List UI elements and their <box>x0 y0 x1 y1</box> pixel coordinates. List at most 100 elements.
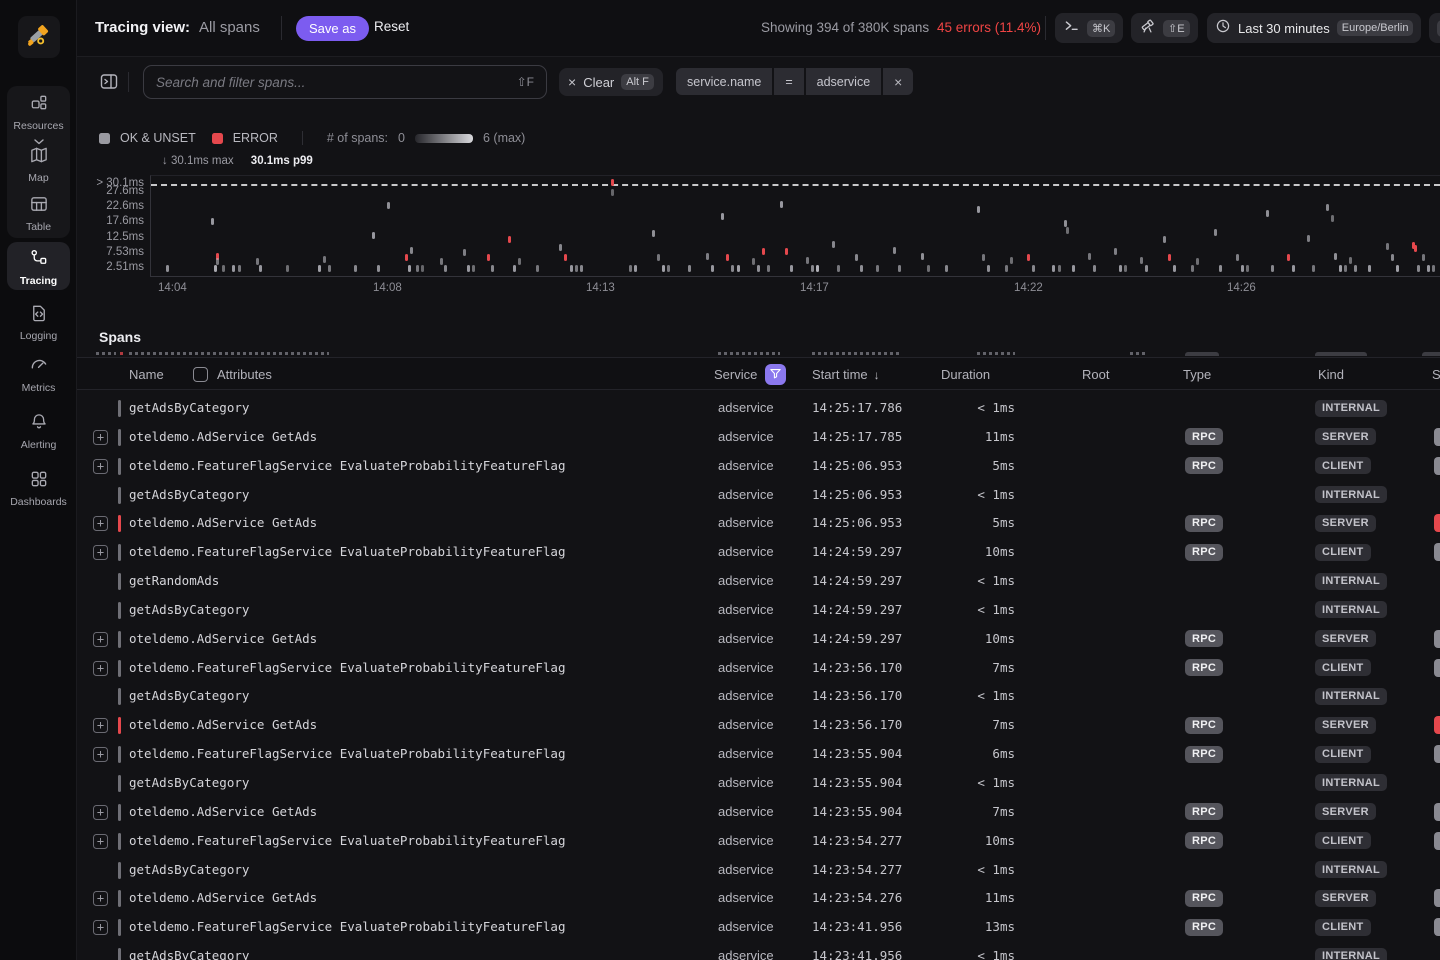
expand-row-button[interactable]: + <box>93 805 108 820</box>
ok-span-mark <box>238 265 241 272</box>
duration-cell: 5ms <box>897 509 1015 538</box>
filter-chip-remove-icon[interactable]: × <box>883 68 913 95</box>
table-row[interactable]: getAdsByCategoryadservice14:23:54.277< 1… <box>77 856 1440 885</box>
start-time-cell: 14:23:55.904 <box>812 740 902 769</box>
expand-row-button[interactable]: + <box>93 718 108 733</box>
error-span-mark <box>1414 245 1417 252</box>
sidebar-item-metrics[interactable]: Metrics <box>0 355 77 394</box>
table-row[interactable]: +oteldemo.AdService GetAdsadservice14:25… <box>77 423 1440 452</box>
ok-span-mark <box>1058 265 1061 272</box>
sidebar-item-logging[interactable]: Logging <box>0 303 77 342</box>
table-row[interactable]: getAdsByCategoryadservice14:25:06.953< 1… <box>77 481 1440 510</box>
attributes-checkbox[interactable] <box>193 367 208 382</box>
ok-span-mark <box>416 265 419 272</box>
table-row[interactable]: +oteldemo.AdService GetAdsadservice14:24… <box>77 625 1440 654</box>
ok-span-mark <box>721 213 724 220</box>
sidebar-item-map[interactable]: Map <box>0 145 77 184</box>
table-row[interactable]: getAdsByCategoryadservice14:25:17.786< 1… <box>77 394 1440 423</box>
column-header-service[interactable]: Service <box>714 358 757 391</box>
span-name-cell: getAdsByCategory <box>129 481 249 510</box>
main-area: Tracing view: All spans Save as Reset Sh… <box>77 0 1440 960</box>
ok-span-mark <box>440 258 443 265</box>
table-row[interactable]: +oteldemo.AdService GetAdsadservice14:23… <box>77 798 1440 827</box>
sidebar-item-alerting[interactable]: Alerting <box>0 412 77 451</box>
filter-chip-key[interactable]: service.name <box>676 68 772 95</box>
span-count-label: # of spans: <box>327 131 388 145</box>
expand-row-button[interactable]: + <box>93 920 108 935</box>
table-row[interactable]: getRandomAdsadservice14:24:59.297< 1msIN… <box>77 567 1440 596</box>
expand-row-button[interactable]: + <box>93 632 108 647</box>
ok-status-bar <box>118 631 121 648</box>
resources-icon <box>0 93 77 118</box>
ok-status-bar <box>118 833 121 850</box>
duration-cell: 5ms <box>897 452 1015 481</box>
explore-button[interactable]: ⇧E <box>1131 13 1198 43</box>
save-as-button[interactable]: Save as <box>296 16 369 41</box>
service-filter-button[interactable] <box>765 364 786 385</box>
table-row[interactable]: getAdsByCategoryadservice14:24:59.297< 1… <box>77 596 1440 625</box>
filter-chip-value[interactable]: adservice <box>806 68 882 95</box>
ok-status-bar <box>118 862 121 879</box>
error-swatch <box>212 133 223 144</box>
column-header-root[interactable]: Root <box>1082 358 1109 391</box>
table-row[interactable]: +oteldemo.FeatureFlagService EvaluatePro… <box>77 827 1440 856</box>
table-row[interactable]: +oteldemo.FeatureFlagService EvaluatePro… <box>77 654 1440 683</box>
close-icon: × <box>568 74 576 90</box>
column-header-duration[interactable]: Duration <box>941 358 990 391</box>
funnel-icon <box>769 367 782 383</box>
x-axis-label: 14:13 <box>586 282 615 294</box>
expand-row-button[interactable]: + <box>93 516 108 531</box>
expand-row-button[interactable]: + <box>93 834 108 849</box>
ok-span-mark <box>1163 236 1166 243</box>
app-logo[interactable] <box>18 16 60 58</box>
table-row[interactable]: +oteldemo.AdService GetAdsadservice14:23… <box>77 711 1440 740</box>
expand-row-button[interactable]: + <box>93 459 108 474</box>
ok-status-bar <box>118 890 121 907</box>
ok-span-mark <box>1334 253 1337 260</box>
table-row[interactable]: + oteldemo.FeatureFlagService EvaluatePro… <box>77 452 1440 481</box>
column-header-attributes[interactable]: Attributes <box>217 358 272 391</box>
column-header-name[interactable]: Name <box>129 358 164 391</box>
duration-cell: < 1ms <box>897 769 1015 798</box>
expand-row-button[interactable]: + <box>93 747 108 762</box>
terminal-button[interactable]: ⌘K <box>1055 13 1123 43</box>
reset-button[interactable]: Reset <box>374 19 409 34</box>
ok-span-mark <box>1417 265 1420 272</box>
ok-span-mark <box>1386 243 1389 250</box>
table-row[interactable]: +oteldemo.FeatureFlagService EvaluatePro… <box>77 740 1440 769</box>
span-name-cell: getRandomAds <box>129 567 219 596</box>
service-cell: adservice <box>718 538 774 567</box>
sidebar-item-tracing[interactable]: Tracing <box>0 248 77 287</box>
type-badge: RPC <box>1185 832 1223 849</box>
table-row[interactable]: +oteldemo.FeatureFlagService EvaluatePro… <box>77 538 1440 567</box>
filter-chip-operator[interactable]: = <box>774 68 803 95</box>
table-icon <box>0 194 77 219</box>
spans-chart-plot[interactable] <box>150 175 1440 277</box>
errors-count-text[interactable]: 45 errors (11.4%) <box>937 20 1041 35</box>
expand-row-button[interactable]: + <box>93 430 108 445</box>
column-header-status[interactable]: S <box>1432 358 1440 391</box>
duration-cell: < 1ms <box>897 481 1015 510</box>
panel-toggle-button[interactable] <box>98 72 120 92</box>
column-header-type[interactable]: Type <box>1183 358 1211 391</box>
table-row[interactable]: getAdsByCategoryadservice14:23:56.170< 1… <box>77 682 1440 711</box>
column-header-start-time[interactable]: Start time↓ <box>812 358 880 392</box>
search-input[interactable] <box>156 75 517 90</box>
table-row[interactable]: +oteldemo.AdService GetAdsadservice14:25… <box>77 509 1440 538</box>
table-row[interactable]: getAdsByCategoryadservice14:23:55.904< 1… <box>77 769 1440 798</box>
expand-row-button[interactable]: + <box>93 891 108 906</box>
column-header-kind[interactable]: Kind <box>1318 358 1344 391</box>
sidebar-item-dashboards[interactable]: Dashboards <box>0 469 77 508</box>
sidebar-item-resources[interactable]: Resources <box>0 93 77 150</box>
clear-filters-button[interactable]: × Clear Alt F <box>559 68 663 96</box>
span-name-cell: oteldemo.FeatureFlagService EvaluateProb… <box>129 452 566 481</box>
sidebar-item-label: Alerting <box>0 439 77 451</box>
table-row[interactable]: getAdsByCategoryadservice14:23:41.956< 1… <box>77 942 1440 960</box>
expand-row-button[interactable]: + <box>93 545 108 560</box>
expand-row-button[interactable]: + <box>93 661 108 676</box>
sidebar-item-table[interactable]: Table <box>0 194 77 233</box>
table-row[interactable]: +oteldemo.FeatureFlagService EvaluatePro… <box>77 913 1440 942</box>
time-range-button[interactable]: Last 30 minutes Europe/Berlin <box>1207 13 1421 43</box>
table-row[interactable]: +oteldemo.AdService GetAdsadservice14:23… <box>77 884 1440 913</box>
refresh-button[interactable]: ⇧R <box>1429 13 1440 43</box>
